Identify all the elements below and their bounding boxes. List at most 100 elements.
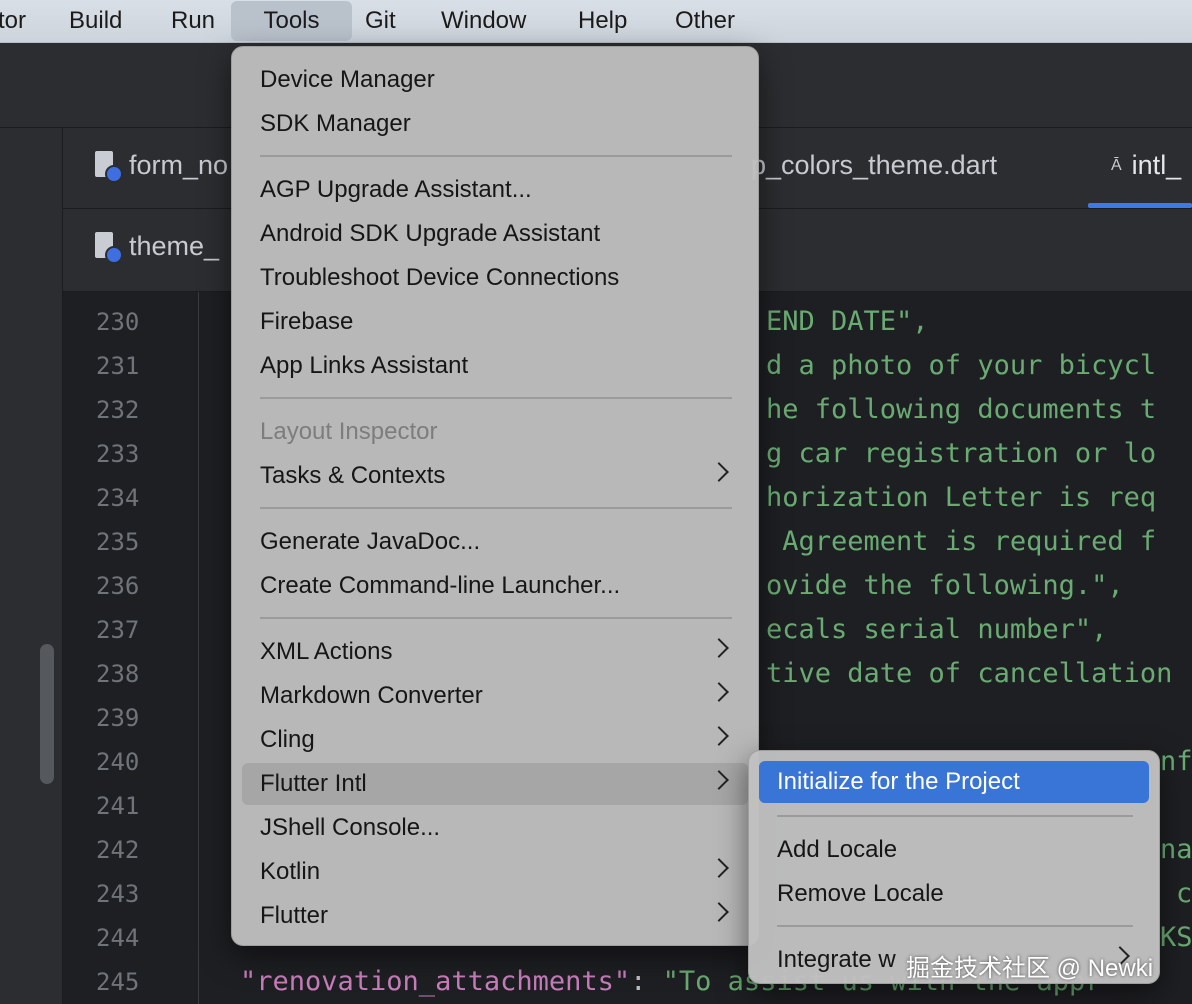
chevron-right-icon	[709, 462, 729, 482]
line-number: 244	[96, 924, 140, 952]
menu-item-label: Android SDK Upgrade Assistant	[260, 220, 601, 247]
code-line-233: g car registration or lo	[766, 438, 1157, 469]
gutter-divider	[198, 292, 199, 1004]
line-number: 232	[96, 396, 140, 424]
dart-file-icon	[93, 231, 123, 264]
code-line-235: Agreement is required f	[766, 526, 1157, 557]
menu-item-flutter[interactable]: Flutter	[242, 895, 748, 937]
menu-item-agp-upgrade-assistant[interactable]: AGP Upgrade Assistant...	[242, 169, 748, 211]
menu-item-label: Initialize for the Project	[777, 768, 1020, 795]
menu-item-troubleshoot-device-connections[interactable]: Troubleshoot Device Connections	[242, 257, 748, 299]
menu-item-label: Markdown Converter	[260, 682, 483, 709]
menu-item-app-links-assistant[interactable]: App Links Assistant	[242, 345, 748, 387]
menu-item-android-sdk-upgrade-assistant[interactable]: Android SDK Upgrade Assistant	[242, 213, 748, 255]
submenu-item-remove-locale[interactable]: Remove Locale	[759, 873, 1149, 915]
menu-window[interactable]: Window	[441, 0, 526, 42]
json-colon: :	[630, 966, 663, 997]
arb-file-icon: Ā	[1111, 156, 1122, 174]
tools-dropdown-menu: Device Manager SDK Manager AGP Upgrade A…	[231, 46, 759, 946]
line-number: 245	[96, 968, 140, 996]
code-line-240: nf	[1160, 746, 1192, 777]
line-number: 233	[96, 440, 140, 468]
line-number: 234	[96, 484, 140, 512]
menu-git[interactable]: Git	[365, 0, 396, 42]
menu-item-label: Firebase	[260, 308, 354, 335]
menu-item-cling[interactable]: Cling	[242, 719, 748, 761]
menu-editor[interactable]: tor	[0, 0, 26, 42]
tab-form[interactable]: form_no	[93, 150, 229, 183]
menu-run[interactable]: Run	[171, 0, 215, 42]
menu-item-label: Flutter	[260, 902, 329, 929]
menu-item-label: Layout Inspector	[260, 418, 438, 445]
line-number: 240	[96, 748, 140, 776]
menu-item-label: Device Manager	[260, 66, 435, 93]
submenu-item-add-locale[interactable]: Add Locale	[759, 829, 1149, 871]
menu-item-label: Remove Locale	[777, 880, 944, 907]
menu-item-sdk-manager[interactable]: SDK Manager	[242, 103, 748, 145]
menu-item-label: Create Command-line Launcher...	[260, 572, 621, 599]
watermark: 掘金技术社区 @ Newki	[906, 955, 1154, 982]
menu-build[interactable]: Build	[69, 0, 122, 42]
menu-separator	[260, 617, 732, 619]
active-tab-indicator	[1088, 203, 1192, 208]
menu-separator	[777, 925, 1133, 927]
menu-separator	[260, 397, 732, 399]
code-line-242: na	[1160, 834, 1192, 865]
menu-separator	[777, 815, 1133, 817]
chevron-right-icon	[709, 638, 729, 658]
left-tool-strip	[0, 128, 63, 1004]
menu-item-label: SDK Manager	[260, 110, 411, 137]
dart-file-icon	[93, 150, 123, 183]
code-line-243: c	[1176, 878, 1192, 909]
chevron-right-icon	[709, 726, 729, 746]
code-line-236: ovide the following.",	[766, 570, 1124, 601]
tab-app-colors-theme[interactable]: p_colors_theme.dart	[751, 150, 997, 181]
json-key: "renovation_attachments"	[240, 966, 631, 997]
code-line-237: ecals serial number",	[766, 614, 1108, 645]
submenu-item-initialize-for-project[interactable]: Initialize for the Project	[759, 761, 1149, 803]
chevron-right-icon	[709, 682, 729, 702]
tab-label: theme_	[129, 231, 220, 261]
menu-item-label: App Links Assistant	[260, 352, 469, 379]
line-number: 231	[96, 352, 140, 380]
menu-item-tasks-contexts[interactable]: Tasks & Contexts	[242, 455, 748, 497]
menu-item-firebase[interactable]: Firebase	[242, 301, 748, 343]
line-number: 237	[96, 616, 140, 644]
menu-item-label: Generate JavaDoc...	[260, 528, 481, 555]
menu-item-xml-actions[interactable]: XML Actions	[242, 631, 748, 673]
line-number: 242	[96, 836, 140, 864]
menu-item-markdown-converter[interactable]: Markdown Converter	[242, 675, 748, 717]
line-number: 238	[96, 660, 140, 688]
menu-item-label: Troubleshoot Device Connections	[260, 264, 620, 291]
line-number: 235	[96, 528, 140, 556]
menu-separator	[260, 155, 732, 157]
menu-item-label: Add Locale	[777, 836, 898, 863]
tab-label: form_no	[129, 150, 229, 180]
menu-bar: tor Build Run Tools Git Window Help Othe…	[0, 0, 1192, 43]
menu-item-kotlin[interactable]: Kotlin	[242, 851, 748, 893]
line-number: 243	[96, 880, 140, 908]
menu-item-label: Flutter Intl	[260, 770, 367, 797]
tab-label: intl_	[1131, 150, 1182, 180]
scrollbar-thumb[interactable]	[40, 644, 54, 784]
code-line-230: END DATE",	[766, 306, 929, 337]
code-line-231: d a photo of your bicycl	[766, 350, 1157, 381]
tab-intl[interactable]: Ā intl_	[1111, 150, 1181, 181]
menu-item-device-manager[interactable]: Device Manager	[242, 59, 748, 101]
code-line-244: KS	[1160, 922, 1192, 953]
menu-item-create-command-line-launcher[interactable]: Create Command-line Launcher...	[242, 565, 748, 607]
menu-item-label: Integrate w	[777, 946, 896, 973]
menu-item-label: Cling	[260, 726, 315, 753]
chevron-right-icon	[709, 770, 729, 790]
code-line-238: tive date of cancellation	[766, 658, 1173, 689]
code-line-234: horization Letter is req	[766, 482, 1157, 513]
menu-other[interactable]: Other	[675, 0, 735, 42]
tab-theme[interactable]: theme_	[93, 231, 220, 264]
menu-item-flutter-intl[interactable]: Flutter Intl	[242, 763, 748, 805]
menu-item-label: Tasks & Contexts	[260, 462, 446, 489]
line-number: 241	[96, 792, 140, 820]
menu-item-generate-javadoc[interactable]: Generate JavaDoc...	[242, 521, 748, 563]
menu-item-jshell-console[interactable]: JShell Console...	[242, 807, 748, 849]
menu-tools[interactable]: Tools	[231, 1, 352, 41]
menu-help[interactable]: Help	[578, 0, 627, 42]
